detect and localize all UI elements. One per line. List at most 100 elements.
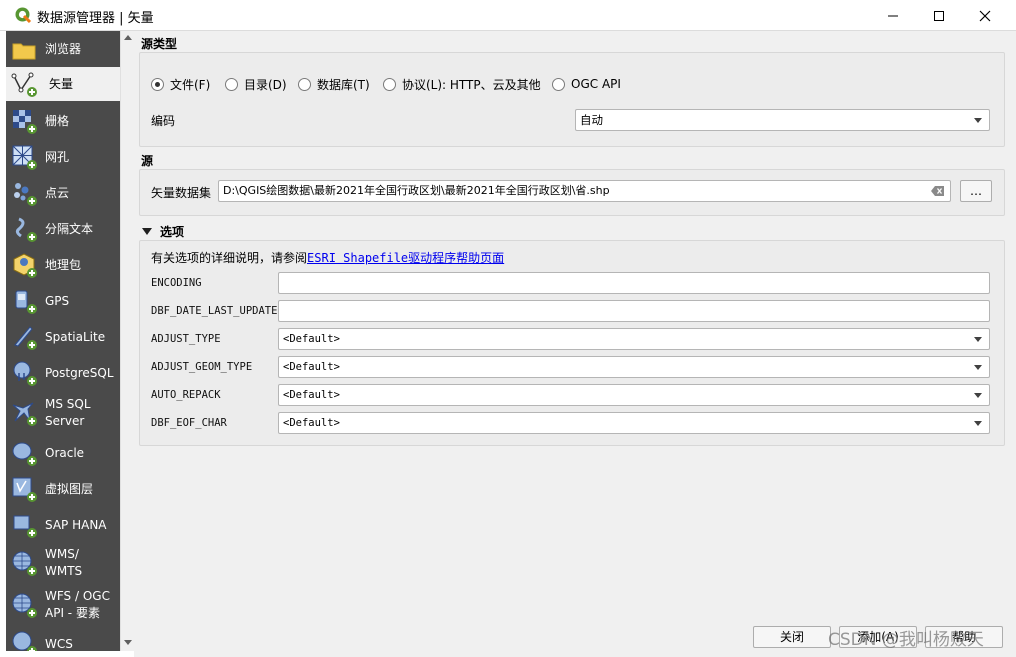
option-select-adjust-geom-type[interactable]: <Default> xyxy=(278,356,990,378)
radio-label: 文件(F) xyxy=(170,77,211,92)
gps-icon xyxy=(15,290,37,314)
help-prefix: 有关选项的详细说明，请参阅 xyxy=(151,251,308,265)
encoding-value: 自动 xyxy=(580,113,603,127)
sidebar-item-mssql[interactable]: MS SQL Server xyxy=(6,393,120,433)
sidebar-item-gps[interactable]: GPS xyxy=(6,285,120,317)
chevron-down-icon xyxy=(974,365,982,370)
sidebar-item-virtual-layer[interactable]: 虚拟图层 xyxy=(6,473,120,505)
chevron-down-icon xyxy=(974,393,982,398)
provider-sidebar: 浏览器 矢量 栅格 网孔 点云 分隔文本 地理包 GPS SpatiaLite … xyxy=(6,31,120,651)
wcs-icon xyxy=(12,631,37,651)
sidebar-item-delimited-text[interactable]: 分隔文本 xyxy=(6,213,120,245)
radio-ogc-api[interactable]: OGC API xyxy=(552,75,621,93)
clear-icon[interactable] xyxy=(931,186,945,196)
sidebar-item-wfs[interactable]: WFS / OGC API - 要素 xyxy=(6,585,120,625)
wms-icon xyxy=(12,551,37,576)
close-dialog-button[interactable]: 关闭 xyxy=(753,626,831,648)
option-input-dbf-date[interactable] xyxy=(278,300,990,322)
radio-directory[interactable]: 目录(D) xyxy=(225,75,287,93)
options-help-text: 有关选项的详细说明，请参阅ESRI Shapefile驱动程序帮助页面 xyxy=(151,249,504,266)
option-select-adjust-type[interactable]: <Default> xyxy=(278,328,990,350)
source-group: 矢量数据集 D:\QGIS绘图数据\最新2021年全国行政区划\最新2021年全… xyxy=(139,169,1005,216)
wfs-icon xyxy=(12,593,37,618)
postgresql-icon xyxy=(13,361,37,386)
geopackage-icon xyxy=(13,253,37,278)
select-value: <Default> xyxy=(283,417,340,429)
option-label-adjust-geom-type: ADJUST_GEOM_TYPE xyxy=(151,361,253,373)
virtual-layer-icon xyxy=(12,477,37,502)
vector-icon xyxy=(11,72,37,97)
radio-label: 协议(L): HTTP、云及其他 xyxy=(402,77,541,92)
browse-button[interactable]: … xyxy=(960,180,992,202)
sidebar-item-mesh[interactable]: 网孔 xyxy=(6,141,120,173)
radio-label: 目录(D) xyxy=(244,77,287,92)
maximize-button[interactable] xyxy=(916,0,962,31)
sidebar-item-wms[interactable]: WMS/ WMTS xyxy=(6,543,120,583)
radio-dot xyxy=(298,77,311,91)
option-label-dbf-date: DBF_DATE_LAST_UPDATE xyxy=(151,305,278,317)
close-button[interactable] xyxy=(962,0,1008,31)
sidebar-item-label: GPS xyxy=(45,293,70,308)
main-panel: 源类型 文件(F) 目录(D) 数据库(T) 协议(L): HTTP、云及其他 … xyxy=(134,31,1016,657)
maximize-icon xyxy=(934,10,944,21)
dataset-path-value: D:\QGIS绘图数据\最新2021年全国行政区划\最新2021年全国行政区划\… xyxy=(223,184,610,197)
option-select-dbf-eof-char[interactable]: <Default> xyxy=(278,412,990,434)
sidebar-item-label: 浏览器 xyxy=(45,41,82,56)
sidebar-item-spatialite[interactable]: SpatiaLite xyxy=(6,321,120,353)
radio-label: 数据库(T) xyxy=(317,77,370,92)
radio-dot xyxy=(225,77,238,91)
source-type-group: 文件(F) 目录(D) 数据库(T) 协议(L): HTTP、云及其他 OGC … xyxy=(139,52,1005,147)
options-group: 有关选项的详细说明，请参阅ESRI Shapefile驱动程序帮助页面 ENCO… xyxy=(139,240,1005,446)
dataset-path-input[interactable]: D:\QGIS绘图数据\最新2021年全国行政区划\最新2021年全国行政区划\… xyxy=(218,180,951,202)
radio-dot xyxy=(151,77,164,91)
source-title: 源 xyxy=(141,154,154,168)
radio-dot xyxy=(552,77,565,91)
dataset-label: 矢量数据集 xyxy=(151,186,212,200)
sidebar-item-label: WCS xyxy=(45,637,73,651)
sidebar-item-label: SAP HANA xyxy=(45,517,107,532)
source-type-title: 源类型 xyxy=(141,37,178,51)
source-type-radios: 文件(F) 目录(D) 数据库(T) 协议(L): HTTP、云及其他 OGC … xyxy=(151,75,1001,93)
sidebar-item-geopackage[interactable]: 地理包 xyxy=(6,249,120,281)
sidebar-item-point-cloud[interactable]: 点云 xyxy=(6,177,120,209)
radio-file[interactable]: 文件(F) xyxy=(151,75,210,93)
spatialite-icon xyxy=(14,326,37,350)
sidebar-item-label: 点云 xyxy=(45,185,70,200)
sidebar-item-label: WFS / OGC API - 要素 xyxy=(45,589,110,620)
sidebar-item-sap-hana[interactable]: SAP HANA xyxy=(6,509,120,541)
option-label-encoding: ENCODING xyxy=(151,277,202,289)
sidebar-scrollbar[interactable] xyxy=(120,31,134,651)
help-link[interactable]: ESRI Shapefile驱动程序帮助页面 xyxy=(307,251,504,265)
sidebar-item-postgresql[interactable]: PostgreSQL xyxy=(6,357,120,389)
scroll-up-icon[interactable] xyxy=(124,35,132,40)
select-value: <Default> xyxy=(283,389,340,401)
point-cloud-icon xyxy=(14,183,37,206)
minimize-button[interactable] xyxy=(870,0,916,31)
options-title: 选项 xyxy=(160,225,185,239)
option-select-auto-repack[interactable]: <Default> xyxy=(278,384,990,406)
sidebar-item-label: Oracle xyxy=(45,445,85,460)
sidebar-item-raster[interactable]: 栅格 xyxy=(6,105,120,137)
radio-protocol[interactable]: 协议(L): HTTP、云及其他 xyxy=(383,75,541,93)
sidebar-item-oracle[interactable]: Oracle xyxy=(6,437,120,469)
sap-hana-icon xyxy=(13,515,37,538)
oracle-icon xyxy=(12,442,37,466)
sidebar-item-vector[interactable]: 矢量 xyxy=(6,67,120,101)
sidebar-item-label: 分隔文本 xyxy=(45,221,94,236)
raster-icon xyxy=(13,110,37,134)
watermark: CSDN @我叫杨败天 xyxy=(828,630,984,650)
close-icon xyxy=(979,10,991,21)
sidebar-item-label: 网孔 xyxy=(45,149,70,164)
sidebar-item-wcs[interactable]: WCS xyxy=(6,629,120,651)
radio-dot xyxy=(383,77,396,91)
scroll-down-icon[interactable] xyxy=(124,640,132,645)
radio-database[interactable]: 数据库(T) xyxy=(298,75,370,93)
encoding-select[interactable]: 自动 xyxy=(575,109,990,131)
mesh-icon xyxy=(12,145,37,170)
window-title: 数据源管理器 | 矢量 xyxy=(37,11,154,26)
sidebar-item-label: 虚拟图层 xyxy=(45,481,94,496)
option-input-encoding[interactable] xyxy=(278,272,990,294)
sidebar-item-label: MS SQL Server xyxy=(45,397,91,428)
sidebar-item-browser[interactable]: 浏览器 xyxy=(6,33,120,65)
select-value: <Default> xyxy=(283,361,340,373)
